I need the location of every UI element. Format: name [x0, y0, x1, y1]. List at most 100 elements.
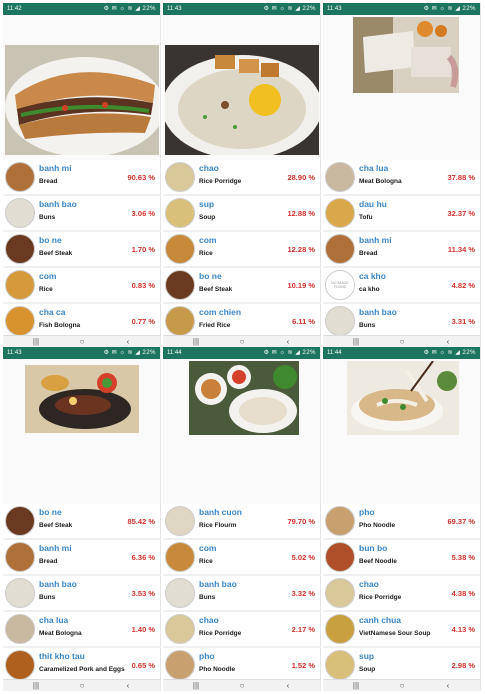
status-bar: 11:43 ⚙ ✉ ☼ ≋ ◢ 22%	[3, 347, 160, 359]
back-button[interactable]: ‹	[433, 680, 463, 691]
food-name: sup	[359, 651, 375, 661]
list-item[interactable]: sup Soup 12.88 %	[163, 196, 320, 232]
photo-area	[323, 359, 480, 504]
recents-button[interactable]: |||	[181, 680, 211, 691]
no-image-placeholder: NO IMAGE FOUND	[326, 271, 354, 299]
food-english-name: Rice	[39, 286, 53, 293]
list-item[interactable]: bo ne Beef Steak 10.19 %	[163, 268, 320, 304]
recents-button[interactable]: |||	[21, 336, 51, 347]
home-button[interactable]: ○	[387, 680, 417, 691]
food-name: chao	[199, 615, 219, 625]
list-item[interactable]: bun bo Beef Noodle 5.38 %	[323, 540, 480, 576]
food-english-name: Tofu	[359, 214, 373, 221]
food-thumbnail	[325, 306, 355, 336]
home-button[interactable]: ○	[227, 680, 257, 691]
list-item[interactable]: com Rice 0.83 %	[3, 268, 160, 304]
back-button[interactable]: ‹	[273, 680, 303, 691]
back-button[interactable]: ‹	[113, 336, 143, 347]
food-photo-pho[interactable]	[347, 361, 459, 435]
food-name: com	[199, 543, 217, 553]
status-time: 11:43	[327, 6, 342, 12]
list-item[interactable]: chao Rice Porridge 28.90 %	[163, 160, 320, 196]
status-bar: 11:43 ⚙ ✉ ☼ ≋ ◢ 22%	[323, 3, 480, 15]
prediction-list: chao Rice Porridge 28.90 % sup Soup 12.8…	[163, 160, 320, 340]
confidence-percent: 3.53 %	[131, 589, 155, 598]
food-name: canh chua	[359, 615, 402, 625]
food-english-name: VietNamese Sour Soup	[359, 630, 431, 637]
prediction-list: pho Pho Noodle 69.37 % bun bo Beef Noodl…	[323, 504, 480, 684]
back-button[interactable]: ‹	[273, 336, 303, 347]
food-thumbnail	[165, 542, 195, 572]
food-name: chao	[359, 579, 379, 589]
status-bar: 11:44 ⚙ ✉ ☼ ≋ ◢ 22%	[163, 347, 320, 359]
navigation-bar: ||| ○ ‹	[3, 335, 160, 347]
list-item[interactable]: banh mi Bread 90.63 %	[3, 160, 160, 196]
status-bar: 11:42 ⚙ ✉ ☼ ≋ ◢ 22%	[3, 3, 160, 15]
list-item[interactable]: cha lua Meat Bologna 1.40 %	[3, 612, 160, 648]
photo-area	[163, 359, 320, 504]
recents-button[interactable]: |||	[341, 680, 371, 691]
food-photo-banh-cuon[interactable]	[189, 361, 299, 435]
home-button[interactable]: ○	[67, 680, 97, 691]
back-button[interactable]: ‹	[113, 680, 143, 691]
food-thumbnail	[165, 270, 195, 300]
navigation-bar: ||| ○ ‹	[163, 679, 320, 691]
home-button[interactable]: ○	[67, 336, 97, 347]
food-thumbnail: NO IMAGE FOUND	[325, 270, 355, 300]
recents-button[interactable]: |||	[181, 336, 211, 347]
photo-area	[3, 359, 160, 504]
list-item[interactable]: pho Pho Noodle 69.37 %	[323, 504, 480, 540]
food-thumbnail	[165, 506, 195, 536]
list-item[interactable]: banh mi Bread 11.34 %	[323, 232, 480, 268]
food-thumbnail	[325, 614, 355, 644]
food-english-name: Beef Steak	[199, 286, 233, 293]
list-item[interactable]: cha lua Meat Bologna 37.88 %	[323, 160, 480, 196]
confidence-percent: 85.42 %	[127, 517, 155, 526]
food-name: bo ne	[199, 271, 222, 281]
list-item[interactable]: bo ne Beef Steak 1.70 %	[3, 232, 160, 268]
food-english-name: Buns	[359, 322, 376, 329]
recents-button[interactable]: |||	[341, 336, 371, 347]
status-icons: ⚙ ✉ ☼ ≋ ◢ 22%	[103, 350, 156, 356]
list-item[interactable]: banh mi Bread 6.36 %	[3, 540, 160, 576]
food-english-name: Rice Porridge	[359, 594, 402, 601]
list-item[interactable]: chao Rice Porridge 4.38 %	[323, 576, 480, 612]
list-item[interactable]: NO IMAGE FOUND ca kho ca kho 4.82 %	[323, 268, 480, 304]
food-thumbnail	[325, 162, 355, 192]
home-button[interactable]: ○	[387, 336, 417, 347]
food-english-name: Bread	[39, 558, 58, 565]
confidence-percent: 3.06 %	[131, 209, 155, 218]
list-item[interactable]: canh chua VietNamese Sour Soup 4.13 %	[323, 612, 480, 648]
food-name: banh bao	[199, 579, 237, 589]
list-item[interactable]: banh cuon Rice Flourm 79.70 %	[163, 504, 320, 540]
food-photo-bo-ne[interactable]	[25, 365, 139, 433]
navigation-bar: ||| ○ ‹	[163, 335, 320, 347]
back-button[interactable]: ‹	[433, 336, 463, 347]
list-item[interactable]: banh bao Buns 3.06 %	[3, 196, 160, 232]
list-item[interactable]: dau hu Tofu 32.37 %	[323, 196, 480, 232]
pho-illustration	[347, 361, 459, 435]
list-item[interactable]: banh bao Buns 3.53 %	[3, 576, 160, 612]
food-thumbnail	[5, 270, 35, 300]
food-name: com chien	[199, 307, 242, 317]
list-item[interactable]: com Rice 12.28 %	[163, 232, 320, 268]
food-photo-cha-lua[interactable]	[353, 17, 459, 93]
status-time: 11:44	[167, 350, 182, 356]
food-photo-chao[interactable]	[165, 45, 319, 155]
food-photo-banh-mi[interactable]	[5, 45, 159, 155]
prediction-list: bo ne Beef Steak 85.42 % banh mi Bread 6…	[3, 504, 160, 684]
list-item[interactable]: com Rice 5.02 %	[163, 540, 320, 576]
status-time: 11:43	[7, 350, 22, 356]
navigation-bar: ||| ○ ‹	[323, 679, 480, 691]
list-item[interactable]: banh bao Buns 3.32 %	[163, 576, 320, 612]
recents-button[interactable]: |||	[21, 680, 51, 691]
food-name: cha lua	[359, 163, 389, 173]
food-name: banh mi	[39, 163, 72, 173]
food-name: banh bao	[39, 199, 77, 209]
list-item[interactable]: bo ne Beef Steak 85.42 %	[3, 504, 160, 540]
food-english-name: Beef Steak	[39, 250, 73, 257]
bo-ne-illustration	[25, 365, 139, 433]
status-time: 11:44	[327, 350, 342, 356]
home-button[interactable]: ○	[227, 336, 257, 347]
list-item[interactable]: chao Rice Porridge 2.17 %	[163, 612, 320, 648]
